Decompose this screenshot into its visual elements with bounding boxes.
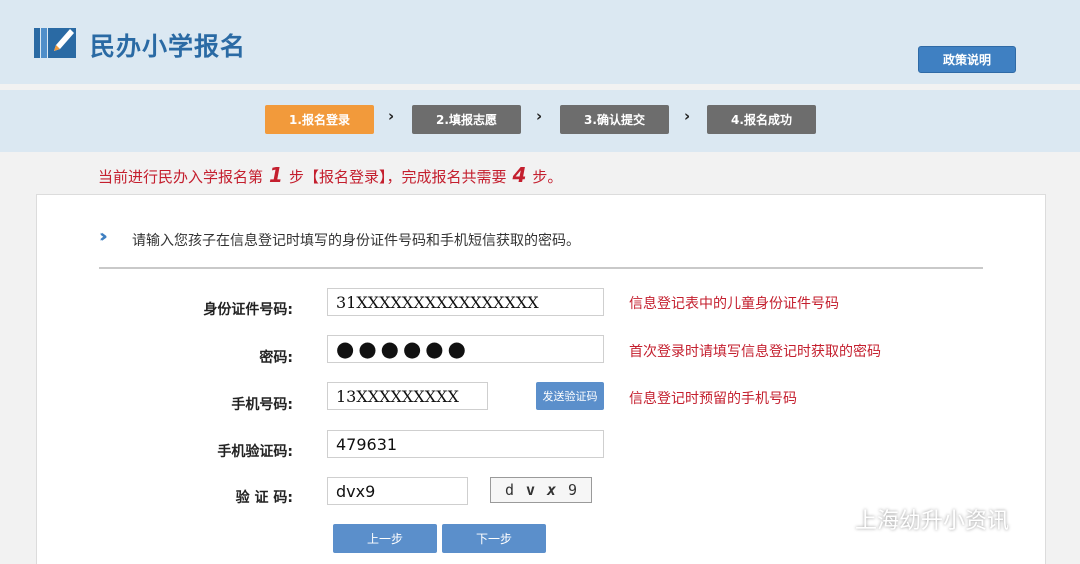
send-code-button[interactable]: 发送验证码 — [536, 382, 604, 410]
step-arrow: › — [684, 107, 691, 125]
watermark: 上海幼升小资讯 — [813, 503, 1009, 535]
wechat-icon — [813, 505, 848, 531]
sms-code-input[interactable]: 479631 — [327, 430, 604, 458]
notice-prefix: 当前进行民办入学报名第 — [98, 168, 264, 186]
phone-hint: 信息登记时预留的手机号码 — [629, 391, 797, 407]
step-arrow: › — [536, 107, 543, 125]
pencil-book-icon — [34, 28, 76, 58]
id-number-hint: 信息登记表中的儿童身份证件号码 — [629, 296, 839, 312]
password-hint: 首次登录时请填写信息登记时获取的密码 — [629, 344, 881, 360]
step-arrow: › — [388, 107, 395, 125]
id-number-label: 身份证件号码: — [203, 302, 293, 318]
notice-middle: 步【报名登录】，完成报名共需要 — [288, 168, 507, 186]
id-number-input[interactable]: 31XXXXXXXXXXXXXXXX — [327, 288, 604, 316]
next-step-button[interactable]: 下一步 — [442, 524, 546, 553]
captcha-char: d — [504, 481, 515, 499]
password-label: 密码: — [259, 350, 293, 366]
divider — [99, 267, 983, 269]
step-success: 4.报名成功 — [707, 105, 816, 134]
captcha-image[interactable]: d v x 9 — [490, 477, 592, 503]
step-preferences: 2.填报志愿 — [412, 105, 521, 134]
notice-current-step: 1 — [269, 163, 283, 187]
phone-input[interactable]: 13XXXXXXXXX — [327, 382, 488, 410]
password-input[interactable]: ●●●●●● — [327, 335, 604, 363]
captcha-char: v — [525, 481, 536, 499]
header: 民办小学报名 政策说明 — [0, 0, 1080, 84]
notice-suffix: 步。 — [532, 168, 563, 186]
policy-button[interactable]: 政策说明 — [918, 46, 1016, 73]
prev-step-button[interactable]: 上一步 — [333, 524, 437, 553]
sms-code-label: 手机验证码: — [217, 444, 293, 460]
double-chevron-right-icon: ›› — [99, 226, 108, 247]
captcha-char: x — [546, 481, 557, 499]
notice-total-steps: 4 — [512, 163, 527, 187]
captcha-input[interactable]: dvx9 — [327, 477, 468, 505]
step-notice: 当前进行民办入学报名第 1 步【报名登录】，完成报名共需要 4 步。 — [98, 163, 562, 187]
captcha-label: 验 证 码: — [235, 490, 293, 506]
captcha-char: 9 — [567, 481, 578, 499]
site-title: 民办小学报名 — [90, 32, 247, 61]
step-login: 1.报名登录 — [265, 105, 374, 134]
phone-label: 手机号码: — [231, 397, 293, 413]
steps-bar: 1.报名登录 › 2.填报志愿 › 3.确认提交 › 4.报名成功 — [0, 90, 1080, 152]
watermark-text: 上海幼升小资讯 — [855, 509, 1010, 534]
step-confirm: 3.确认提交 — [560, 105, 669, 134]
form-instruction: 请输入您孩子在信息登记时填写的身份证件号码和手机短信获取的密码。 — [132, 233, 580, 249]
